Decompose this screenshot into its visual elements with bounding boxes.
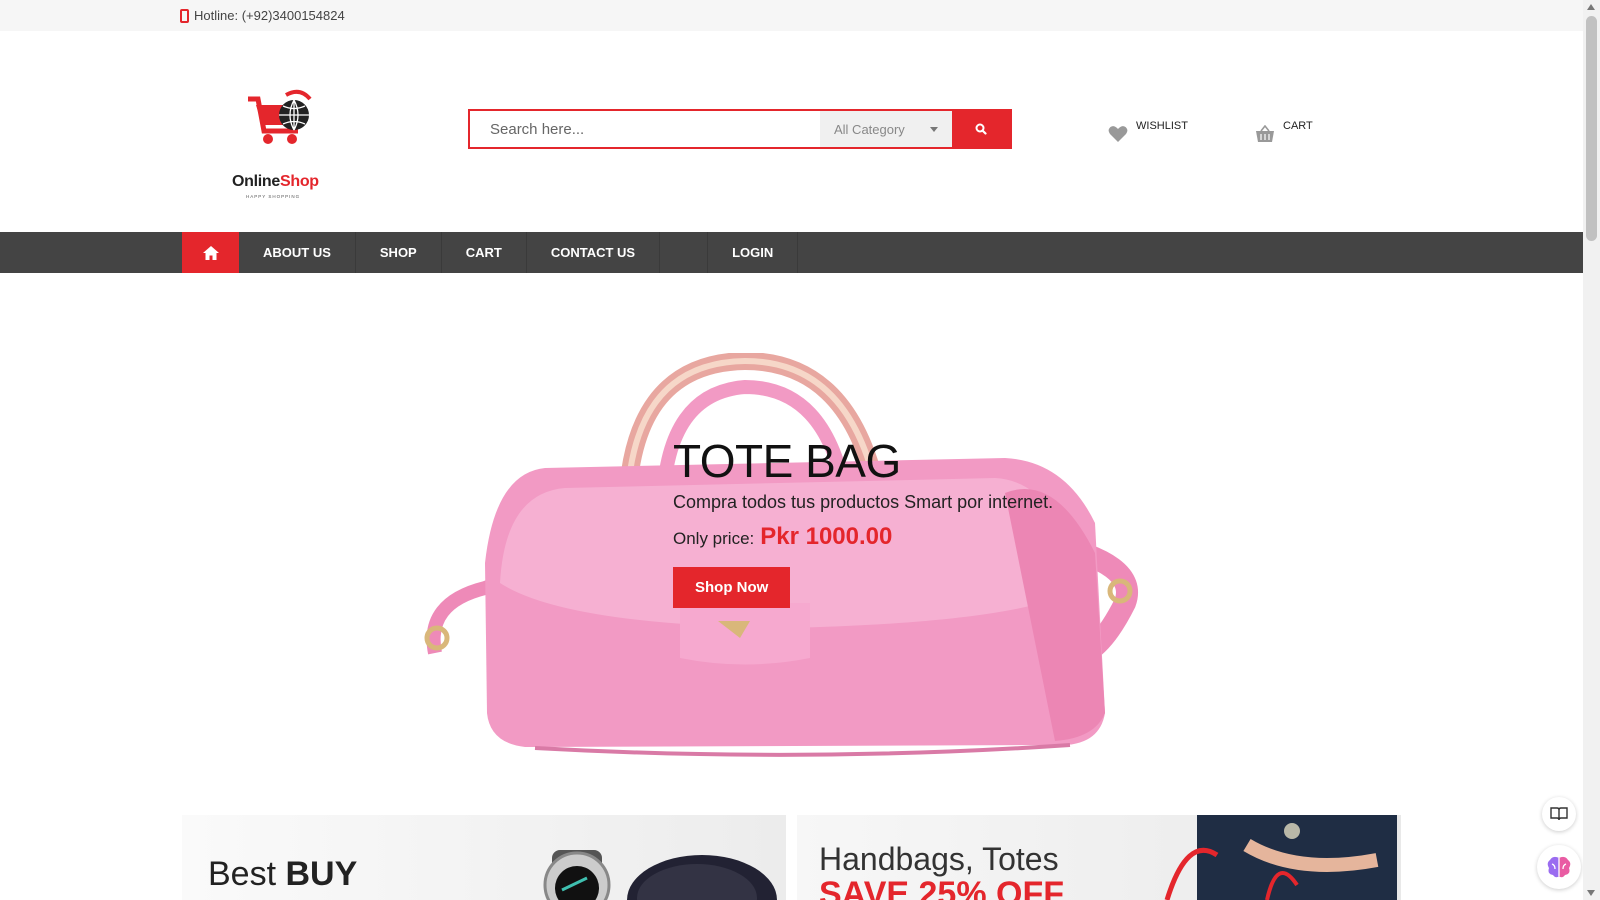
nav-spacer	[660, 232, 709, 273]
promo-handbags-title: Handbags, Totes	[819, 841, 1059, 877]
category-select-value: All Category	[834, 121, 905, 137]
price-label: Only price:	[673, 529, 755, 548]
main-nav: ABOUT US SHOP CART CONTACT US LOGIN	[0, 232, 1583, 273]
promo-banner-best-buy[interactable]: Best BUY	[182, 815, 786, 900]
model-handbag-image	[1164, 815, 1397, 900]
search-icon	[975, 123, 987, 135]
search-button[interactable]	[952, 111, 1010, 147]
nav-home[interactable]	[182, 232, 239, 273]
hero-caption: TOTE BAG Compra todos tus productos Smar…	[673, 438, 1053, 608]
brand-tagline: HAPPY SHOPPING	[246, 194, 301, 199]
top-bar: Hotline: (+92)3400154824	[0, 0, 1583, 31]
shop-now-button[interactable]: Shop Now	[673, 567, 791, 608]
scrollbar-thumb[interactable]	[1586, 16, 1597, 241]
reader-mode-button[interactable]	[1542, 797, 1576, 831]
mobile-phone-icon	[180, 8, 189, 23]
promo-banner-handbags[interactable]: Handbags, Totes SAVE 25% OFF	[797, 815, 1401, 900]
wishlist-label: WISHLIST	[1136, 120, 1188, 132]
nav-contact-us[interactable]: CONTACT US	[527, 232, 661, 273]
vertical-scrollbar[interactable]	[1583, 0, 1600, 900]
home-icon	[202, 245, 219, 260]
cart-link[interactable]: CART	[1255, 119, 1313, 143]
hero-title: TOTE BAG	[673, 435, 901, 487]
shopping-cart-globe-icon	[248, 89, 312, 144]
page: Hotline: (+92)3400154824 OnlineShop HAPP…	[0, 0, 1583, 900]
nav-cart[interactable]: CART	[442, 232, 527, 273]
nav-login[interactable]: LOGIN	[708, 232, 799, 273]
promo-handbags-discount: SAVE 25% OFF	[819, 875, 1064, 900]
brand-name: OnlineShop	[232, 173, 319, 190]
wishlist-link[interactable]: WISHLIST	[1108, 119, 1188, 143]
price-amount: Pkr 1000.00	[760, 523, 893, 550]
hero-price: Only price: Pkr 1000.00	[673, 523, 1053, 551]
basket-icon	[1256, 125, 1274, 142]
hero-subtitle: Compra todos tus productos Smart por int…	[673, 492, 1054, 512]
category-select[interactable]: All Category	[820, 111, 952, 147]
hero-slider: TOTE BAG Compra todos tus productos Smar…	[0, 273, 1583, 816]
nav-about-us[interactable]: ABOUT US	[239, 232, 356, 273]
chevron-down-icon	[930, 126, 938, 132]
ai-assistant-button[interactable]	[1537, 845, 1581, 889]
header: OnlineShop HAPPY SHOPPING All Category W…	[0, 31, 1583, 232]
cart-label: CART	[1283, 120, 1313, 132]
promo-best-buy-text: Best BUY	[208, 855, 358, 893]
logo[interactable]: OnlineShop HAPPY SHOPPING	[228, 81, 328, 201]
heart-icon	[1108, 126, 1128, 142]
brain-icon	[1547, 856, 1571, 878]
hotline-text: Hotline: (+92)3400154824	[194, 8, 345, 23]
smartwatch-image	[543, 850, 777, 900]
search-input[interactable]	[470, 111, 820, 147]
search-bar: All Category	[468, 109, 1012, 149]
scroll-down-arrow-icon[interactable]	[1587, 890, 1595, 896]
scroll-up-arrow-icon[interactable]	[1587, 4, 1595, 10]
nav-shop[interactable]: SHOP	[356, 232, 442, 273]
book-icon	[1550, 807, 1568, 821]
